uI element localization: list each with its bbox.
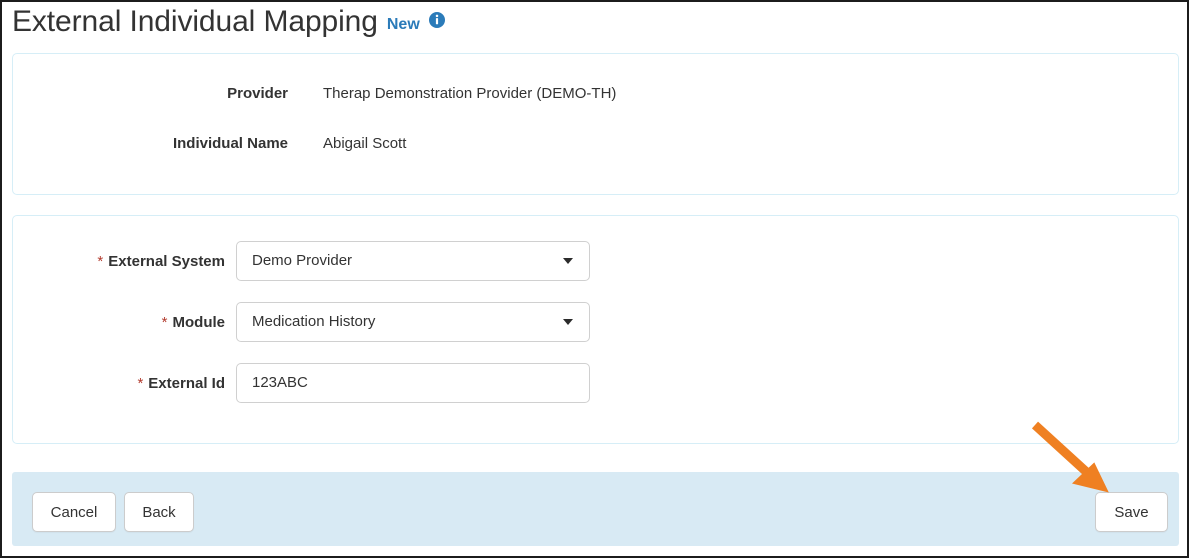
back-button[interactable]: Back	[124, 492, 194, 532]
external-system-label-text: External System	[108, 252, 225, 270]
external-id-value: 123ABC	[252, 374, 308, 391]
external-id-label: * External Id	[13, 375, 225, 392]
info-row-provider: Provider Therap Demonstration Provider (…	[13, 80, 1178, 106]
mapping-form-panel: * External System Demo Provider * Module M…	[12, 215, 1179, 444]
form-row-external-system: * External System Demo Provider	[13, 239, 1178, 283]
new-badge: New	[386, 16, 420, 33]
cancel-button[interactable]: Cancel	[32, 492, 116, 532]
form-row-module: * Module Medication History	[13, 300, 1178, 344]
form-row-external-id: * External Id 123ABC	[13, 361, 1178, 405]
required-marker: *	[137, 374, 144, 392]
module-value: Medication History	[252, 313, 376, 330]
external-system-value: Demo Provider	[252, 252, 353, 269]
provider-label: Provider	[227, 84, 288, 102]
chevron-down-icon	[563, 319, 573, 325]
external-id-input-wrapper[interactable]: 123ABC	[236, 363, 590, 403]
page-title: External Individual Mapping	[12, 5, 378, 38]
individual-name-value: Abigail Scott	[323, 134, 407, 152]
info-circle-icon[interactable]	[428, 12, 445, 28]
module-select[interactable]: Medication History	[236, 302, 590, 342]
chevron-down-icon	[563, 258, 573, 264]
module-label: * Module	[13, 314, 225, 331]
external-id-label-text: External Id	[148, 374, 225, 392]
page-header: External Individual Mapping New	[12, 4, 445, 48]
external-system-label: * External System	[13, 253, 225, 270]
app-screen: External Individual Mapping New Provider…	[0, 0, 1189, 558]
individual-name-label: Individual Name	[172, 134, 288, 152]
info-row-individual-name: Individual Name Abigail Scott	[13, 130, 1178, 156]
individual-info-panel: Provider Therap Demonstration Provider (…	[12, 53, 1179, 195]
required-marker: *	[97, 252, 104, 270]
module-label-text: Module	[172, 313, 226, 331]
required-marker: *	[161, 313, 168, 331]
footer-action-bar: Cancel Back Save	[12, 472, 1179, 546]
save-button[interactable]: Save	[1095, 492, 1168, 532]
external-system-select[interactable]: Demo Provider	[236, 241, 590, 281]
provider-value: Therap Demonstration Provider (DEMO-TH)	[323, 84, 617, 102]
